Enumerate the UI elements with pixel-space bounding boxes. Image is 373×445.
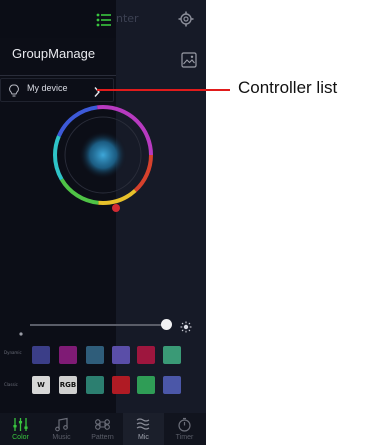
color-swatch[interactable] xyxy=(163,376,181,394)
tab-timer[interactable]: Timer xyxy=(164,413,205,445)
color-swatch[interactable] xyxy=(32,346,50,364)
color-swatch[interactable]: W xyxy=(32,376,50,394)
divider xyxy=(0,75,116,76)
color-swatch[interactable] xyxy=(137,376,155,394)
menu-icon[interactable] xyxy=(96,12,112,27)
callout-line xyxy=(97,89,230,91)
image-icon[interactable] xyxy=(181,52,197,68)
color-swatch[interactable] xyxy=(112,346,130,364)
color-swatch[interactable]: RGB xyxy=(59,376,77,394)
device-name: My device xyxy=(27,83,68,93)
tab-color[interactable]: Color xyxy=(0,413,41,445)
tab-label: Timer xyxy=(175,434,194,441)
group-manage-title[interactable]: GroupManage xyxy=(12,46,95,61)
callout-label: Controller list xyxy=(238,78,338,97)
color-swatch[interactable] xyxy=(59,346,77,364)
timer-icon xyxy=(176,417,193,432)
lightbulb-icon xyxy=(9,83,19,97)
classic-row-label: Classic xyxy=(4,382,18,387)
brightness-slider-thumb[interactable] xyxy=(161,319,172,330)
header-title: nter xyxy=(116,12,139,25)
top-bar: nter xyxy=(0,0,206,40)
phone-screen: nter GroupManage My device Dynamic Class… xyxy=(0,0,206,445)
bottom-tab-bar: Color Music Pattern Mic Timer xyxy=(0,413,206,445)
brightness-icon xyxy=(180,318,192,333)
color-swatch[interactable] xyxy=(137,346,155,364)
color-wheel-handle[interactable] xyxy=(112,204,120,212)
color-swatch[interactable] xyxy=(163,346,181,364)
tab-music[interactable]: Music xyxy=(41,413,82,445)
sliders-icon xyxy=(12,417,29,432)
dim-icon xyxy=(18,322,24,336)
tab-pattern[interactable]: Pattern xyxy=(82,413,123,445)
music-note-icon xyxy=(53,417,70,432)
brightness-slider-track[interactable] xyxy=(30,324,168,326)
color-swatch[interactable] xyxy=(86,346,104,364)
color-wheel[interactable] xyxy=(52,104,154,206)
tab-label: Color xyxy=(12,434,29,441)
color-swatch[interactable] xyxy=(112,376,130,394)
waves-icon xyxy=(135,417,152,432)
tab-mic[interactable]: Mic xyxy=(123,413,164,445)
color-swatch[interactable] xyxy=(86,376,104,394)
gear-icon[interactable] xyxy=(178,11,194,27)
tab-label: Music xyxy=(52,434,71,441)
tab-label: Mic xyxy=(138,434,149,441)
command-icon xyxy=(94,417,111,432)
tab-label: Pattern xyxy=(91,434,114,441)
dynamic-row-label: Dynamic xyxy=(4,350,22,355)
